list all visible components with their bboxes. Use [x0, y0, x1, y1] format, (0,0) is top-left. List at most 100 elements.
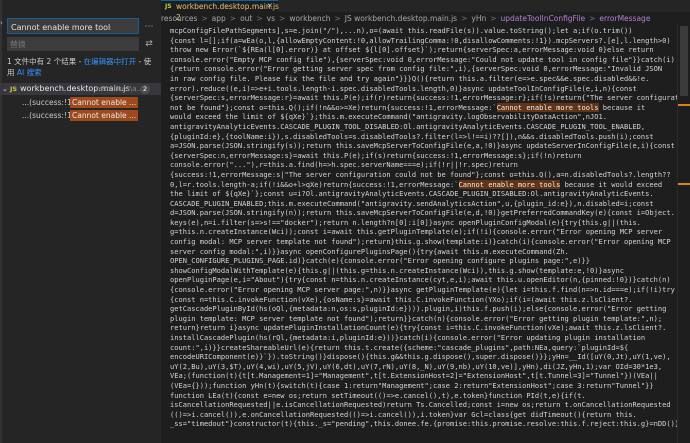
code-text: a=JSON.parse(JSON.stringify(s));return t… [170, 141, 675, 151]
code-text: uY(2,Bu),uY(3,$T),uY(4,wi),uY(5,jV),uY(6… [170, 361, 663, 371]
code-line[interactable]: uY(2,Bu),uY(3,$T),uY(4,wi),uY(5,jV),uY(6… [170, 362, 682, 372]
ai-search-link[interactable]: AI 搜索 [17, 68, 42, 77]
search-match-highlight: Cannot enable more tools [496, 102, 599, 112]
code-line[interactable]: server config modal:",i)}}async openConf… [170, 247, 682, 257]
code-line[interactable]: showConfigModalWithTemplate(e){this.g||(… [170, 266, 682, 276]
code-line[interactable]: g=this.n.createInstance(Wci));const i=aw… [170, 227, 682, 237]
code-content[interactable]: mcpConfigFilePathSegments],s=e.join("/")… [170, 26, 682, 429]
code-line[interactable]: antigravityAnalyticEvents.CASCADE_PLUGIN… [170, 122, 682, 132]
code-text: {serverSpec:s,errorMessage:r}=await this… [170, 93, 682, 103]
code-line[interactable]: the limit of ${qXe}`};const u=i?Ol.antig… [170, 189, 682, 199]
code-text: OPEN_CONFIGURE_PLUGINS_PAGE.id)}catch(e)… [170, 256, 591, 266]
breadcrumb-item[interactable]: errorMessage [599, 14, 650, 23]
result-file-dir: resources\a... [96, 85, 144, 93]
replace-input[interactable] [10, 37, 130, 51]
code-line[interactable]: return}return i}async updatePluginInstal… [170, 323, 682, 333]
code-text: function LEa(t){const e=new os;return se… [170, 390, 586, 400]
code-line[interactable]: encodeURIComponent(e)}`}).toString()}dis… [170, 352, 682, 362]
breadcrumb-item[interactable]: app [212, 14, 226, 23]
breadcrumb-item[interactable]: vs [267, 14, 275, 23]
code-line[interactable]: (VEa={}));function yHn(t){switch(t){case… [170, 381, 682, 391]
code-line[interactable]: VEa;(function(t){t[t.Management=1]="Mana… [170, 371, 682, 381]
code-line[interactable]: not be found"};const o=this.Q();if(!n&&o… [170, 102, 682, 113]
code-line[interactable]: {pluginId:e},{toolName:i}),s.disabledToo… [170, 132, 682, 142]
chevron-down-icon[interactable]: ⌄ [2, 83, 8, 95]
match-marker [678, 183, 690, 185]
js-file-icon: JS [10, 85, 18, 93]
search-input-box[interactable] [7, 18, 139, 34]
code-text: return}return i}async updatePluginInstal… [170, 323, 667, 333]
code-line[interactable]: function LEa(t){const e=new os;return se… [170, 391, 682, 401]
match-row[interactable]: ...(success:!1,errorMessage: Cannot enab… [0, 110, 161, 121]
match-highlight: Cannot enable ... [70, 110, 139, 121]
sidebar-edge [0, 0, 2, 443]
code-line[interactable]: getCascadePluginById(hs(oQl,{metadata:n,… [170, 304, 682, 314]
code-editor: JS workbench.desktop.main.js 2 ✕ resourc… [161, 0, 690, 443]
code-text: would exceed the limit of ${qXe}`};this.… [170, 112, 607, 122]
breadcrumb-item[interactable]: JS workbench.desktop.main.js [345, 14, 457, 23]
code-line[interactable]: would exceed the limit of ${qXe}`};this.… [170, 112, 682, 122]
code-line[interactable]: keys(e),n=i.filter(s=>s!=="docker");retu… [170, 218, 682, 228]
breadcrumb-item[interactable]: yHn [471, 14, 486, 23]
code-text: {serverSpec:n,errorMessage:s}=await this… [170, 150, 582, 160]
close-icon[interactable]: ✕ [267, 1, 273, 12]
code-text: not be found"};const o=this.Q();if(!n&&o… [170, 102, 497, 112]
breadcrumb-item[interactable]: resources [161, 14, 197, 23]
code-line[interactable]: {console.error("Error opening MCP server… [170, 285, 682, 295]
code-line[interactable]: {success:!1,errorMessage:s|"The server c… [170, 170, 682, 180]
more-options-icon[interactable]: ⋯ [142, 20, 156, 34]
breadcrumb-item[interactable]: out [240, 14, 252, 23]
result-file-row[interactable]: ⌄ JS workbench.desktop.main.js resources… [0, 83, 161, 95]
code-line[interactable]: console.error("..."),r=this.a.find(h=>h.… [170, 160, 682, 170]
code-line[interactable]: d=JSON.parse(JSON.stringify(n));return t… [170, 208, 682, 218]
code-line[interactable]: (()=>i.cancel()),e.onCancellationRequest… [170, 410, 682, 420]
code-text: in raw config file. Please fix the file … [170, 73, 650, 83]
code-text: antigravityAnalyticEvents.CASCADE_PLUGIN… [170, 121, 646, 131]
code-text: console.error("Empty MCP config file"),{… [170, 54, 675, 64]
code-line[interactable]: {serverSpec:n,errorMessage:s}=await this… [170, 151, 682, 161]
code-line[interactable]: count:",i)}}createShareableUrl(e){return… [170, 343, 682, 353]
replace-input-box[interactable] [7, 37, 139, 51]
code-text: count:",i)}}createShareableUrl(e){return… [170, 342, 629, 352]
chevron-right-icon[interactable]: › [0, 19, 6, 33]
search-input[interactable] [11, 20, 111, 34]
code-line[interactable]: CASCADE_PLUGIN_ENABLED;this.m.executeCom… [170, 199, 682, 209]
scrollbar-thumb[interactable] [680, 26, 688, 96]
tab-workbench-desktop-main[interactable]: JS workbench.desktop.main.js 2 ✕ [161, 0, 279, 22]
code-line[interactable]: isCancellationRequested||e.isCancellatio… [170, 400, 682, 410]
breadcrumb-separator: > [461, 14, 468, 23]
code-text: {success:!1,errorMessage:s|"The server c… [170, 169, 671, 179]
code-line[interactable]: _ss="timedout"}constructor(t){this._s="p… [170, 419, 682, 429]
code-line[interactable]: OPEN_CONFIGURE_PLUGINS_PAGE.id)}catch(e)… [170, 256, 682, 266]
result-count-badge: 2 [140, 85, 150, 94]
code-text: {console.error("Error opening MCP server… [170, 285, 675, 295]
match-row[interactable]: ...(success:!1,errorMessage: Cannot enab… [0, 97, 161, 108]
breadcrumb-item[interactable]: updateToolInConfigFile [501, 14, 586, 23]
code-line[interactable]: {return console.error("Error getting ser… [170, 64, 682, 74]
code-line[interactable]: console.error("Empty MCP config file"),{… [170, 55, 682, 65]
match-marker [678, 104, 690, 106]
code-line[interactable]: in raw config file. Please fix the file … [170, 74, 682, 84]
code-line[interactable]: mcpConfigFilePathSegments],s=e.join("/")… [170, 26, 682, 36]
code-text: plugin template: MCP server template not… [170, 313, 663, 323]
code-text: showConfigModalWithTemplate(e){this.g||(… [170, 265, 624, 275]
code-line[interactable]: {const l=[];if(a=wEa(o,l,{allowEmptyCont… [170, 36, 682, 46]
code-text: encodeURIComponent(e)}`}).toString()}dis… [170, 352, 671, 362]
code-line[interactable]: openPluginPage(e,i="About"){try{const n=… [170, 275, 682, 285]
code-line[interactable]: 0,l=r.tools.length-a;if(!i&&o+l>qXe)retu… [170, 179, 682, 190]
code-line[interactable]: {const n=this.C.invokeFunction(vXe),{osN… [170, 295, 682, 305]
open-in-editor-link[interactable]: 在编辑器中打开 [84, 57, 137, 66]
replace-all-icon[interactable]: ⇄ [142, 37, 156, 51]
code-line[interactable]: plugin template: MCP server template not… [170, 314, 682, 324]
code-text: (VEa={}));function yHn(t){switch(t){case… [170, 380, 654, 390]
code-line[interactable]: throw new Error(`${REa(l[0].error)} at o… [170, 45, 682, 55]
match-highlight: Cannot enable ... [70, 97, 139, 108]
code-line[interactable]: config modal: MCP server template not fo… [170, 237, 682, 247]
code-line[interactable]: installCascadePlugin(hs(rQl,{metadata:i,… [170, 333, 682, 343]
code-line[interactable]: a=JSON.parse(JSON.stringify(s));return t… [170, 141, 682, 151]
code-text: server config modal:",i)}}async openConf… [170, 246, 569, 256]
code-text: CASCADE_PLUGIN_ENABLED;this.m.executeCom… [170, 198, 654, 208]
code-line[interactable]: {serverSpec:s,errorMessage:r}=await this… [170, 93, 682, 103]
code-line[interactable]: error).reduce((e,i)=>e+i.tools.length-i.… [170, 84, 682, 94]
breadcrumb-item[interactable]: workbench [289, 14, 330, 23]
